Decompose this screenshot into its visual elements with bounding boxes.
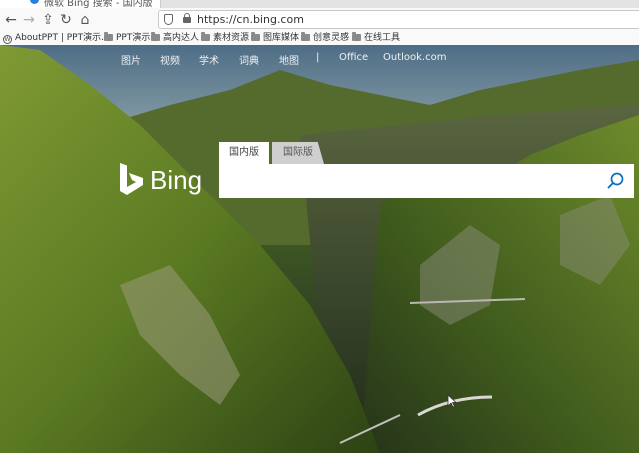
bookmark-ppt[interactable]: PPT演示 bbox=[104, 32, 150, 45]
nav-dictionary-link[interactable]: 词典 bbox=[239, 52, 259, 67]
folder-icon bbox=[151, 32, 160, 41]
wordpress-icon: W bbox=[3, 35, 12, 44]
tab-domestic[interactable]: 国内版 bbox=[219, 142, 269, 164]
bing-favicon-icon bbox=[30, 0, 39, 4]
home-icon[interactable]: ⌂ bbox=[76, 11, 94, 29]
bookmark-label: PPT演示 bbox=[116, 33, 151, 43]
search-box bbox=[219, 164, 634, 198]
folder-icon bbox=[251, 32, 260, 41]
bookmark-sucai[interactable]: 素材资源 bbox=[201, 32, 249, 45]
lock-icon[interactable] bbox=[183, 13, 191, 23]
bookmark-label: 图库媒体 bbox=[263, 33, 300, 43]
back-icon[interactable]: ← bbox=[2, 11, 20, 29]
bookmark-label: 高内达人 bbox=[163, 33, 200, 43]
shield-icon[interactable] bbox=[164, 14, 173, 25]
forward-icon[interactable]: → bbox=[20, 11, 38, 29]
bing-top-nav: 图片 视频 学术 词典 地图 | Office Outlook.com bbox=[0, 45, 639, 71]
search-input[interactable] bbox=[227, 170, 601, 194]
nav-videos-link[interactable]: 视频 bbox=[160, 52, 180, 67]
reload-icon[interactable]: ↻ bbox=[57, 11, 75, 29]
bing-wordmark: Bing bbox=[150, 165, 203, 195]
bing-b-icon bbox=[120, 163, 143, 195]
search-icon[interactable] bbox=[607, 172, 624, 189]
folder-icon bbox=[301, 32, 310, 41]
bookmark-label: AboutPPT | PPT演示... bbox=[15, 33, 110, 43]
folder-icon bbox=[201, 32, 210, 41]
navigation-bar: ← → ⇪ ↻ ⌂ https://cn.bing.com bbox=[0, 8, 639, 33]
home-upload-icon[interactable]: ⇪ bbox=[39, 11, 57, 29]
nav-outlook-link[interactable]: Outlook.com bbox=[383, 52, 446, 63]
background-landscape-image bbox=[0, 45, 639, 453]
tab-international[interactable]: 国际版 bbox=[272, 142, 324, 164]
bookmark-label: 创意灵感 bbox=[313, 33, 350, 43]
nav-office-link[interactable]: Office bbox=[339, 52, 368, 63]
bookmark-label: 素材资源 bbox=[213, 33, 250, 43]
nav-divider: | bbox=[316, 52, 320, 63]
nav-academic-link[interactable]: 学术 bbox=[199, 52, 219, 67]
tab-title: 微软 Bing 搜索 - 国内版 bbox=[44, 0, 153, 8]
address-bar[interactable]: https://cn.bing.com bbox=[158, 10, 639, 29]
bookmarks-bar: W AboutPPT | PPT演示... PPT演示 高内达人 素材资源 图库媒… bbox=[0, 32, 639, 46]
bing-homepage: 图片 视频 学术 词典 地图 | Office Outlook.com Bing… bbox=[0, 45, 639, 453]
url-text[interactable]: https://cn.bing.com bbox=[197, 13, 304, 26]
nav-images-link[interactable]: 图片 bbox=[121, 52, 141, 67]
tab-strip: 微软 Bing 搜索 - 国内版 bbox=[0, 0, 639, 8]
bookmark-zaixian[interactable]: 在线工具 bbox=[352, 32, 400, 45]
bookmark-tuku[interactable]: 图库媒体 bbox=[251, 32, 299, 45]
folder-icon bbox=[352, 32, 361, 41]
browser-tab[interactable]: 微软 Bing 搜索 - 国内版 bbox=[0, 0, 161, 8]
folder-icon bbox=[104, 32, 113, 41]
mouse-pointer-icon bbox=[447, 394, 457, 408]
bookmark-chuangyi[interactable]: 创意灵感 bbox=[301, 32, 349, 45]
bookmark-gaonei[interactable]: 高内达人 bbox=[151, 32, 199, 45]
bookmark-label: 在线工具 bbox=[364, 33, 401, 43]
bookmark-aboutppt[interactable]: W AboutPPT | PPT演示... bbox=[3, 32, 110, 45]
nav-maps-link[interactable]: 地图 bbox=[279, 52, 299, 67]
